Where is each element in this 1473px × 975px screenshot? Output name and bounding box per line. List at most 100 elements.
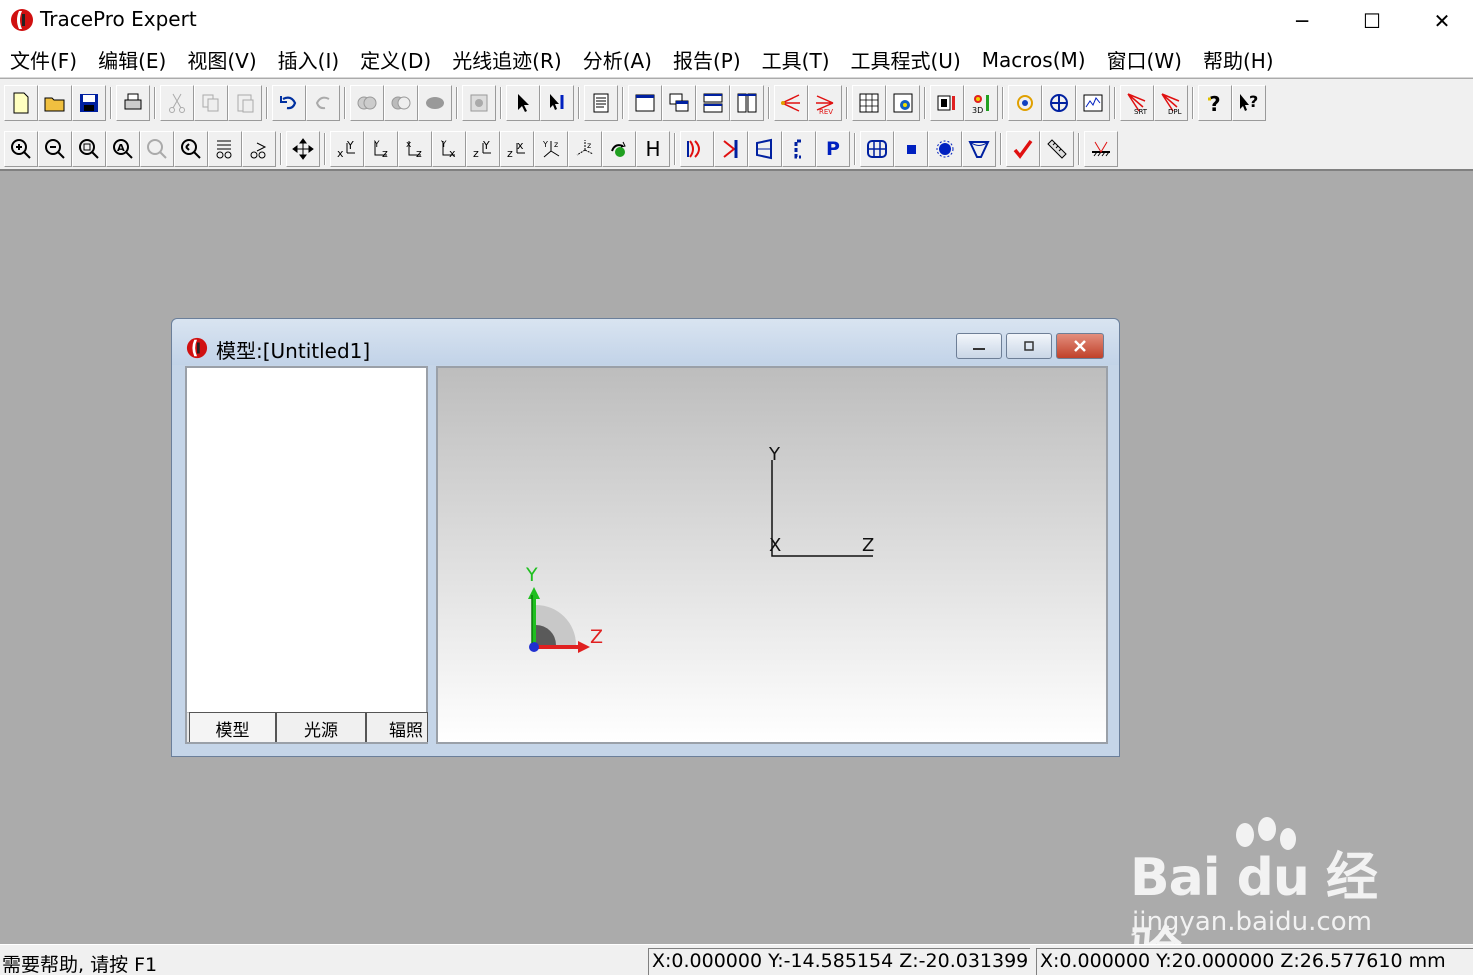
new-file-icon[interactable] xyxy=(4,85,38,121)
zoom-previous-icon[interactable] xyxy=(174,131,208,167)
color-map-icon[interactable] xyxy=(930,85,964,121)
context-help-icon[interactable]: ? xyxy=(1232,85,1266,121)
model-minimize-button[interactable] xyxy=(956,333,1002,359)
rotate-view-icon[interactable] xyxy=(602,131,636,167)
p-button[interactable]: P xyxy=(816,131,850,167)
pan-icon[interactable] xyxy=(286,131,320,167)
close-button[interactable]: ✕ xyxy=(1407,0,1473,42)
surface-property-icon[interactable] xyxy=(1084,131,1118,167)
maximize-button[interactable]: ☐ xyxy=(1337,0,1407,42)
mirror-element-icon[interactable] xyxy=(714,131,748,167)
move-object-icon[interactable] xyxy=(462,85,496,121)
luminance-map-icon[interactable] xyxy=(1008,85,1042,121)
zoom-window-icon[interactable] xyxy=(72,131,106,167)
zoom-options-icon[interactable] xyxy=(242,131,276,167)
menu-tools[interactable]: 工具(T) xyxy=(752,45,841,74)
tile-horizontal-icon[interactable] xyxy=(696,85,730,121)
print-icon[interactable] xyxy=(116,85,150,121)
view-zx-icon[interactable]: zx xyxy=(500,131,534,167)
view-isometric-icon[interactable]: Yz xyxy=(534,131,568,167)
menu-analysis[interactable]: 分析(A) xyxy=(573,45,663,74)
lens-element-icon[interactable] xyxy=(680,131,714,167)
menu-file[interactable]: 文件(F) xyxy=(0,45,88,74)
raytrace-icon[interactable] xyxy=(774,85,808,121)
redo-icon[interactable] xyxy=(306,85,340,121)
menu-insert[interactable]: 插入(I) xyxy=(268,45,351,74)
reverse-raytrace-icon[interactable]: REV xyxy=(808,85,842,121)
menu-edit[interactable]: 编辑(E) xyxy=(88,45,177,74)
irradiance-map-icon[interactable] xyxy=(852,85,886,121)
zoom-all-icon[interactable]: A xyxy=(106,131,140,167)
svg-text:z: z xyxy=(473,147,479,160)
solid-square-icon[interactable] xyxy=(894,131,928,167)
view-zy-icon[interactable]: zY xyxy=(466,131,500,167)
ray-display-icon[interactable]: DPL xyxy=(1154,85,1188,121)
open-folder-icon[interactable] xyxy=(38,85,72,121)
svg-text:?: ? xyxy=(1209,92,1221,115)
boolean-subtract-icon[interactable] xyxy=(384,85,418,121)
tab-model[interactable]: 模型 xyxy=(189,712,276,742)
boolean-intersect-icon[interactable] xyxy=(418,85,452,121)
toolbar-separator xyxy=(670,131,680,167)
menu-macros[interactable]: Macros(M) xyxy=(972,48,1097,72)
h-button[interactable]: H xyxy=(636,131,670,167)
menu-window[interactable]: 窗口(W) xyxy=(1097,45,1193,74)
properties-list-icon[interactable] xyxy=(584,85,618,121)
view-xy-icon[interactable]: xY xyxy=(330,131,364,167)
menu-raytrace[interactable]: 光线追迹(R) xyxy=(442,45,573,74)
polar-plot-icon[interactable] xyxy=(1042,85,1076,121)
3d-viewport[interactable]: Y Z X Y Z xyxy=(436,366,1108,744)
help-icon[interactable]: ? xyxy=(1198,85,1232,121)
select-arrow-icon[interactable] xyxy=(506,85,540,121)
status-bar: 需要帮助, 请按 F1 X:0.000000 Y:-14.585154 Z:-2… xyxy=(0,944,1473,975)
candela-plot-icon[interactable] xyxy=(886,85,920,121)
toolbar-separator xyxy=(262,85,272,121)
zoom-factor-icon[interactable] xyxy=(208,131,242,167)
paste-icon[interactable] xyxy=(228,85,262,121)
undo-icon[interactable] xyxy=(272,85,306,121)
toolbar-separator xyxy=(998,85,1008,121)
svg-text:z: z xyxy=(382,147,388,160)
select-surface-icon[interactable] xyxy=(540,85,574,121)
boolean-union-icon[interactable] xyxy=(350,85,384,121)
cascade-windows-icon[interactable] xyxy=(662,85,696,121)
status-cursor-coords: X:0.000000 Y:-14.585154 Z:-20.031399 xyxy=(648,948,1030,975)
model-window: 模型:[Untitled1] 模型 光源 辐照 Y Z X Y Z xyxy=(171,318,1120,757)
tab-irradiance[interactable]: 辐照 xyxy=(366,712,428,742)
3d-irradiance-icon[interactable]: 3D xyxy=(964,85,998,121)
cut-icon[interactable] xyxy=(160,85,194,121)
ruler-icon[interactable] xyxy=(1040,131,1074,167)
zoom-out-icon[interactable] xyxy=(38,131,72,167)
tile-vertical-icon[interactable] xyxy=(730,85,764,121)
model-tree-pane[interactable]: 模型 光源 辐照 xyxy=(185,366,428,744)
model-restore-button[interactable] xyxy=(1006,333,1052,359)
cylinder-cone-icon[interactable] xyxy=(748,131,782,167)
line-chart-icon[interactable] xyxy=(1076,85,1110,121)
model-window-title-bar[interactable]: 模型:[Untitled1] xyxy=(172,319,1119,365)
reflector-icon[interactable] xyxy=(962,131,996,167)
sphere-source-icon[interactable] xyxy=(928,131,962,167)
toolbar-separator xyxy=(842,85,852,121)
tab-sources[interactable]: 光源 xyxy=(276,712,366,742)
view-yz-icon[interactable]: Yz xyxy=(364,131,398,167)
block-primitive-icon[interactable] xyxy=(860,131,894,167)
ray-sorting-icon[interactable]: SRT xyxy=(1120,85,1154,121)
bracket-icon[interactable] xyxy=(782,131,816,167)
minimize-button[interactable]: ─ xyxy=(1267,0,1337,42)
check-icon[interactable] xyxy=(1006,131,1040,167)
menu-help[interactable]: 帮助(H) xyxy=(1193,45,1285,74)
save-icon[interactable] xyxy=(72,85,106,121)
menu-define[interactable]: 定义(D) xyxy=(350,45,442,74)
menu-view[interactable]: 视图(V) xyxy=(177,45,267,74)
menu-reports[interactable]: 报告(P) xyxy=(663,45,752,74)
zoom-in-icon[interactable] xyxy=(4,131,38,167)
copy-icon[interactable] xyxy=(194,85,228,121)
menu-utilities[interactable]: 工具程式(U) xyxy=(841,45,972,74)
view-xz-icon[interactable]: xz xyxy=(398,131,432,167)
zoom-selection-icon[interactable] xyxy=(140,131,174,167)
triad-label-y: Y xyxy=(526,564,538,586)
view-yx-icon[interactable]: Yx xyxy=(432,131,466,167)
view-normal-icon[interactable]: z xyxy=(568,131,602,167)
model-close-button[interactable] xyxy=(1056,333,1104,359)
new-window-icon[interactable] xyxy=(628,85,662,121)
